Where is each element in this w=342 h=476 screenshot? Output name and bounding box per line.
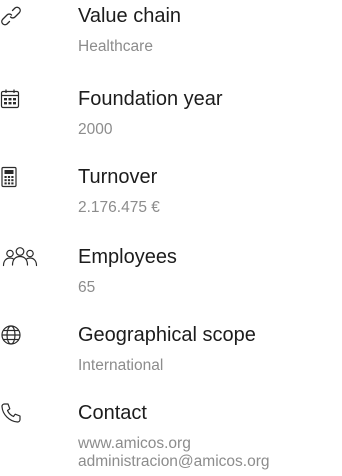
contact-email-link[interactable]: administracion@amicos.org xyxy=(78,452,269,472)
geographical-scope-label: Geographical scope xyxy=(78,324,256,346)
calendar-icon xyxy=(0,86,30,112)
link-icon xyxy=(0,3,30,29)
employees-value: 65 xyxy=(78,279,96,296)
foundation-year-label: Foundation year xyxy=(78,88,223,110)
contact-website-link[interactable]: www.amicos.org xyxy=(78,434,191,454)
value-chain-label: Value chain xyxy=(78,5,182,27)
contact-label: Contact xyxy=(78,402,147,424)
turnover-label: Turnover xyxy=(78,166,158,188)
phone-icon xyxy=(0,400,30,426)
calculator-icon xyxy=(0,164,30,190)
value-chain-value: Healthcare xyxy=(78,38,153,55)
globe-icon xyxy=(0,322,30,348)
turnover-value: 2.176.475 € xyxy=(78,199,160,216)
geographical-scope-value: International xyxy=(78,357,164,374)
employees-label: Employees xyxy=(78,246,177,268)
people-icon xyxy=(0,244,42,270)
foundation-year-value: 2000 xyxy=(78,121,113,138)
